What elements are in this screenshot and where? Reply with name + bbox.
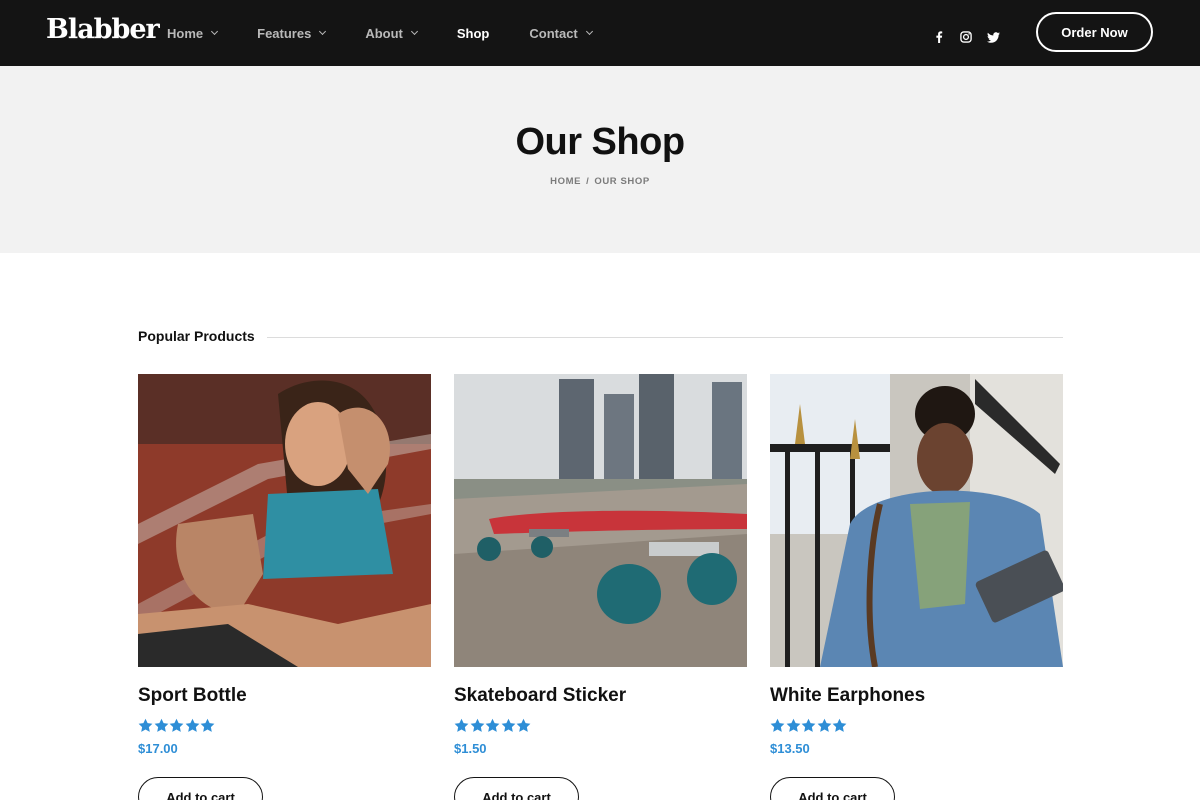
site-logo[interactable]: Blabber bbox=[46, 14, 160, 45]
product-name[interactable]: Sport Bottle bbox=[138, 685, 247, 707]
star-icon bbox=[770, 718, 785, 732]
facebook-icon[interactable] bbox=[930, 28, 948, 46]
nav-item-label: About bbox=[365, 25, 403, 41]
chevron-down-icon bbox=[319, 27, 327, 36]
nav-item-about[interactable]: About bbox=[365, 25, 418, 41]
product-name[interactable]: White Earphones bbox=[770, 685, 925, 707]
star-icon bbox=[154, 718, 168, 732]
nav-item-features[interactable]: Features bbox=[257, 25, 327, 41]
star-icon bbox=[817, 718, 831, 732]
star-icon bbox=[832, 718, 847, 732]
nav-item-home[interactable]: Home bbox=[167, 25, 219, 41]
page-title: Our Shop bbox=[515, 121, 685, 163]
product-name[interactable]: Skateboard Sticker bbox=[454, 685, 626, 707]
twitter-icon[interactable] bbox=[984, 28, 1002, 46]
product-price: $1.50 bbox=[454, 741, 487, 756]
star-icon bbox=[801, 718, 816, 732]
star-icon bbox=[185, 718, 199, 732]
product-card: White Earphones $13.50 Add to cart bbox=[770, 374, 1063, 800]
product-image-sport-bottle[interactable] bbox=[138, 374, 431, 667]
nav-item-label: Home bbox=[167, 25, 204, 41]
nav-item-label: Features bbox=[257, 25, 312, 41]
star-icon bbox=[786, 718, 800, 732]
section-title: Popular Products bbox=[138, 328, 255, 344]
nav-item-contact[interactable]: Contact bbox=[529, 25, 593, 41]
breadcrumb-separator: / bbox=[586, 176, 590, 187]
chevron-down-icon bbox=[585, 27, 593, 36]
product-rating bbox=[770, 718, 848, 733]
star-icon bbox=[501, 718, 515, 732]
nav-item-label: Contact bbox=[529, 25, 578, 41]
product-card: Sport Bottle $17.00 Add to cart bbox=[138, 374, 431, 800]
star-icon bbox=[200, 718, 215, 732]
product-card: Skateboard Sticker $1.50 Add to cart bbox=[454, 374, 747, 800]
chevron-down-icon bbox=[410, 27, 418, 36]
chevron-down-icon bbox=[211, 27, 219, 36]
star-icon bbox=[516, 718, 531, 732]
breadcrumb: HOME / OUR SHOP bbox=[0, 176, 1200, 187]
add-to-cart-button[interactable]: Add to cart bbox=[770, 777, 895, 800]
top-navigation-bar: Blabber Home Features About Shop Contact bbox=[0, 0, 1200, 66]
product-price: $17.00 bbox=[138, 741, 178, 756]
social-links bbox=[930, 28, 1011, 46]
star-icon bbox=[470, 718, 484, 732]
star-icon bbox=[169, 718, 184, 732]
page-hero: Our Shop HOME / OUR SHOP bbox=[0, 66, 1200, 253]
product-price: $13.50 bbox=[770, 741, 810, 756]
add-to-cart-button[interactable]: Add to cart bbox=[138, 777, 263, 800]
product-image-skateboard-sticker[interactable] bbox=[454, 374, 747, 667]
star-icon bbox=[485, 718, 500, 732]
breadcrumb-current: OUR SHOP bbox=[594, 176, 650, 187]
star-icon bbox=[454, 718, 469, 732]
star-icon bbox=[138, 718, 153, 732]
nav-item-shop[interactable]: Shop bbox=[457, 26, 490, 41]
product-rating bbox=[454, 718, 532, 733]
add-to-cart-button[interactable]: Add to cart bbox=[454, 777, 579, 800]
breadcrumb-home-link[interactable]: HOME bbox=[550, 176, 581, 187]
section-divider bbox=[267, 337, 1063, 338]
nav-item-label: Shop bbox=[456, 25, 490, 41]
product-image-white-earphones[interactable] bbox=[770, 374, 1063, 667]
main-nav: Home Features About Shop Contact bbox=[167, 0, 632, 66]
order-now-button[interactable]: Order Now bbox=[1036, 12, 1153, 52]
instagram-icon[interactable] bbox=[957, 28, 975, 46]
product-rating bbox=[138, 718, 216, 733]
